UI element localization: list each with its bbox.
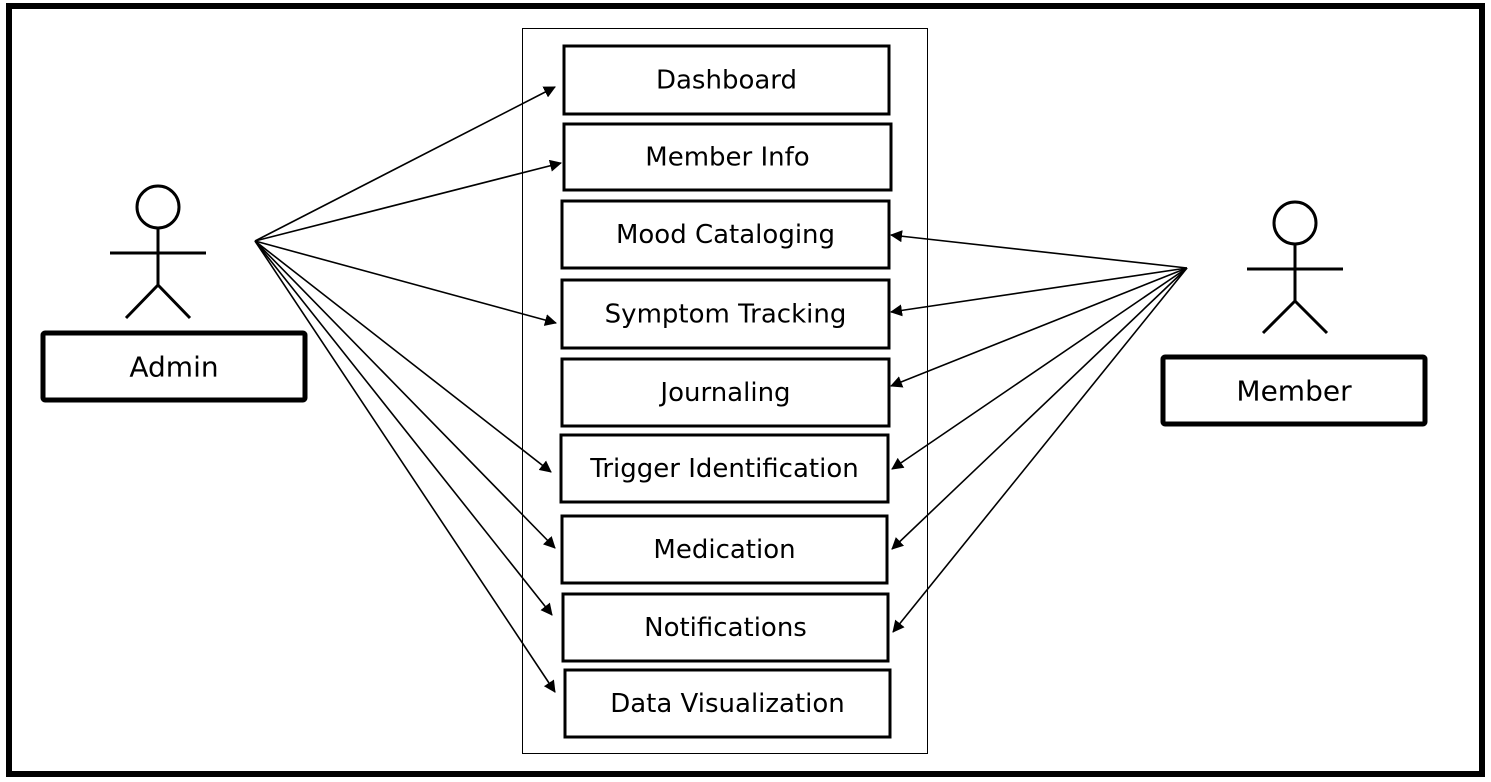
use-case-symptom-tracking[interactable]: Symptom Tracking [560,278,891,350]
use-case-label: Notifications [644,613,807,643]
use-cases: Dashboard Member Info Mood Cataloging Sympt… [559,44,893,739]
use-case-label: Data Visualization [610,689,845,719]
use-case-label: Journaling [658,378,790,408]
use-case-diagram: Dashboard Member Info Mood Cataloging Sympt… [6,3,1485,777]
use-case-label: Mood Cataloging [616,220,835,250]
use-case-trigger-identification[interactable]: Trigger Identification [559,433,890,504]
use-case-label: Symptom Tracking [605,300,847,330]
use-case-member-info[interactable]: Member Info [562,122,893,192]
actor-name: Member [1236,375,1352,408]
use-case-medication[interactable]: Medication [560,514,889,585]
use-case-notifications[interactable]: Notifications [561,592,890,663]
use-case-label: Dashboard [656,66,797,96]
use-case-dashboard[interactable]: Dashboard [562,44,891,116]
use-case-label: Member Info [645,143,809,173]
use-case-label: Medication [653,535,795,565]
use-case-data-visualization[interactable]: Data Visualization [563,668,892,739]
use-case-mood-cataloging[interactable]: Mood Cataloging [560,199,891,270]
actor-name: Admin [129,351,218,384]
use-case-label: Trigger Identification [589,454,858,484]
use-case-journaling[interactable]: Journaling [560,357,891,428]
